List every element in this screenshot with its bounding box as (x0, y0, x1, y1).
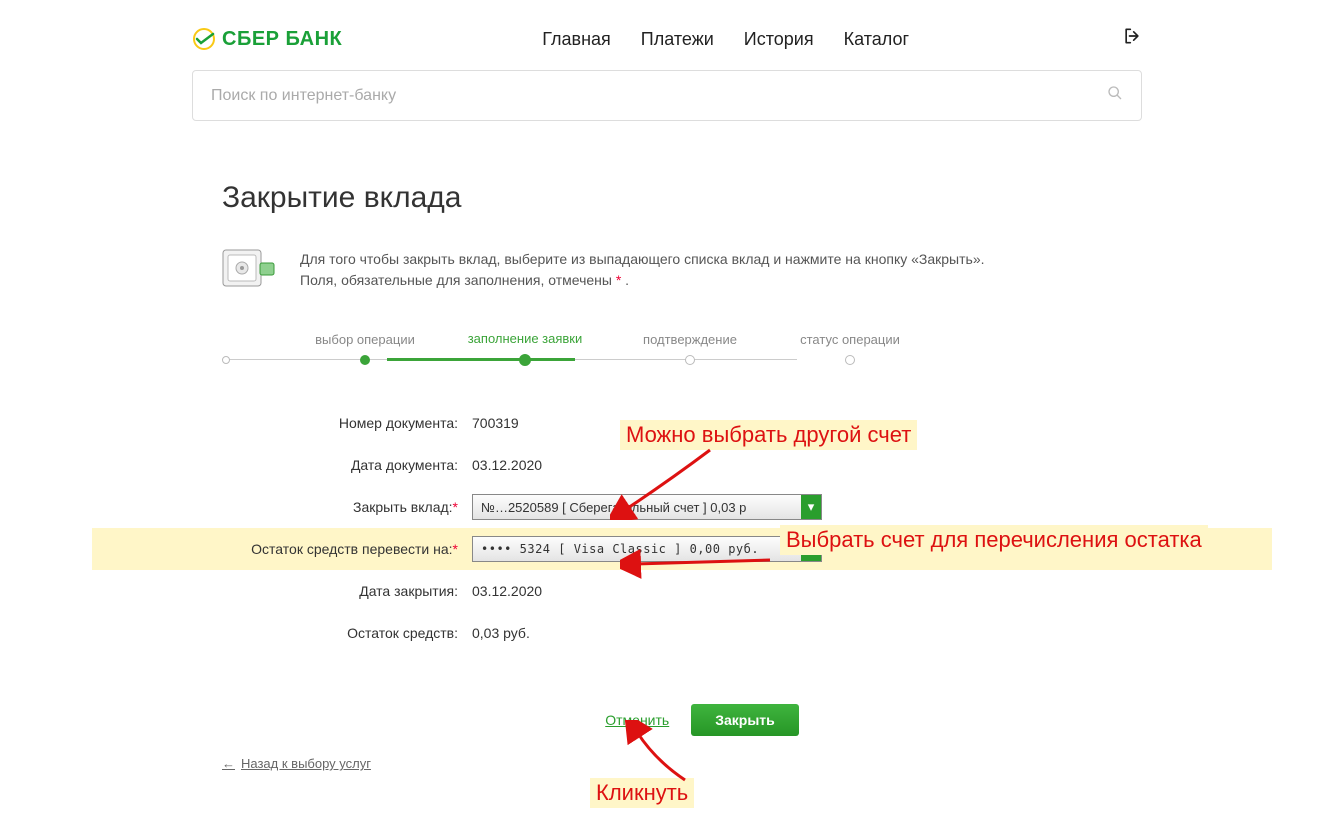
close-deposit-label: Закрыть вклад:* (222, 499, 472, 515)
logout-icon (1122, 26, 1142, 46)
intro-line2: Поля, обязательные для заполнения, отмеч… (300, 270, 985, 291)
doc-number-value: 700319 (472, 415, 519, 431)
sber-logo-icon (192, 27, 216, 51)
intro-line1: Для того чтобы закрыть вклад, выберите и… (300, 249, 985, 270)
main-nav: Главная Платежи История Каталог (542, 29, 909, 50)
brand-name: СБЕР БАНК (222, 28, 342, 51)
annotation-arrow-icon (625, 720, 745, 790)
balance-label: Остаток средств: (222, 625, 472, 641)
nav-home[interactable]: Главная (542, 29, 611, 50)
transfer-to-label: Остаток средств перевести на:* (222, 541, 472, 557)
step-2-label: заполнение заявки (440, 331, 610, 346)
search-input[interactable] (211, 87, 1107, 105)
brand-logo[interactable]: СБЕР БАНК (192, 27, 342, 51)
close-date-value: 03.12.2020 (472, 583, 542, 599)
safe-icon (222, 249, 276, 289)
intro-text: Для того чтобы закрыть вклад, выберите и… (300, 249, 985, 291)
doc-date-label: Дата документа: (222, 457, 472, 473)
search-icon[interactable] (1107, 85, 1123, 106)
balance-value: 0,03 руб. (472, 625, 530, 641)
close-date-label: Дата закрытия: (222, 583, 472, 599)
chevron-down-icon: ▾ (801, 495, 821, 519)
nav-payments[interactable]: Платежи (641, 29, 714, 50)
logout-button[interactable] (1122, 26, 1142, 52)
annotation-arrow-icon (610, 440, 720, 520)
page-title: Закрытие вклада (192, 181, 1142, 215)
annotation-arrow-icon (620, 540, 780, 580)
progress-steps: . выбор операции заполнение заявки подтв… (192, 331, 1142, 366)
back-link[interactable]: ← Назад к выбору услуг (192, 756, 371, 771)
step-4-label: статус операции (770, 332, 930, 347)
step-1-label: выбор операции (290, 332, 440, 347)
search-bar[interactable] (192, 70, 1142, 121)
nav-catalog[interactable]: Каталог (844, 29, 909, 50)
annotation-transfer-account: Выбрать счет для перечисления остатка (780, 525, 1208, 555)
arrow-left-icon: ← (222, 756, 235, 771)
nav-history[interactable]: История (744, 29, 814, 50)
doc-date-value: 03.12.2020 (472, 457, 542, 473)
step-3-label: подтверждение (610, 332, 770, 347)
doc-number-label: Номер документа: (222, 415, 472, 431)
